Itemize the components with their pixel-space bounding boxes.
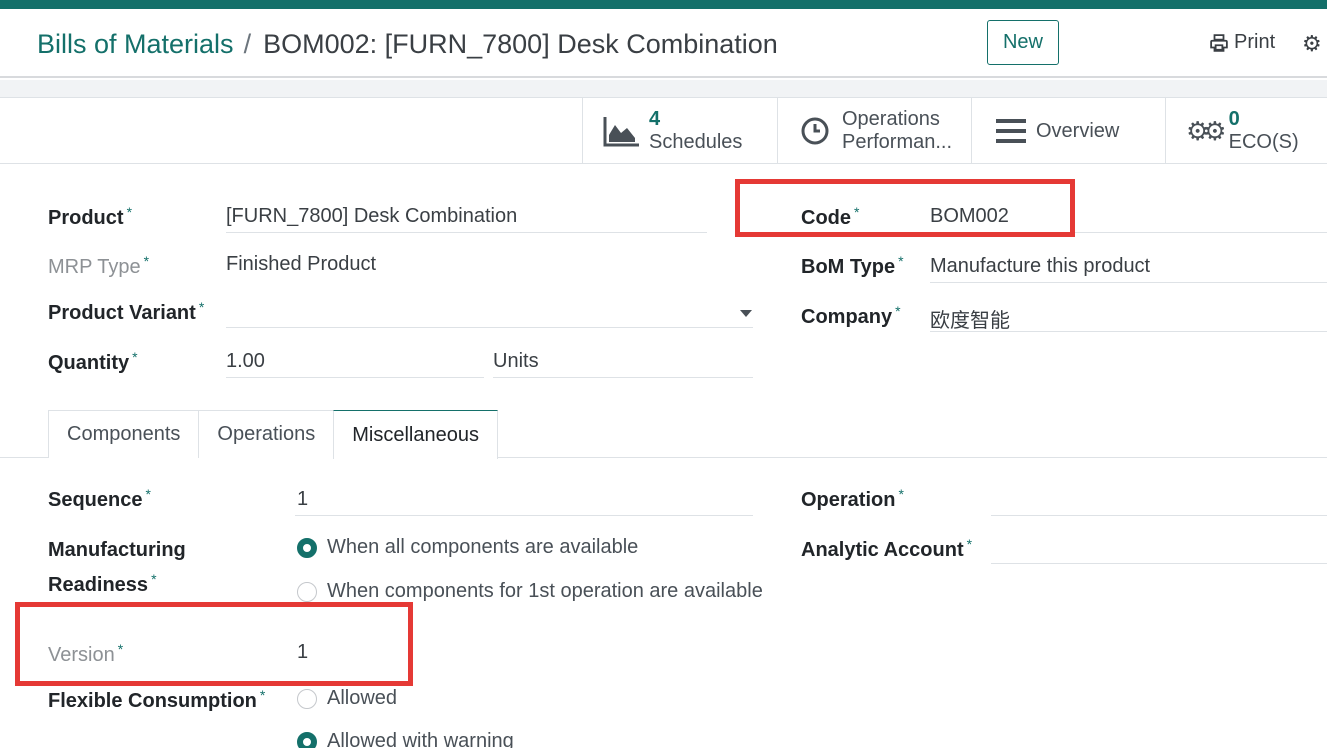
smart-button-box: 4 Schedules Operations Performan... Overvi… <box>0 97 1327 164</box>
readiness-option-first-operation[interactable]: When components for 1st operation are av… <box>297 580 763 603</box>
control-panel: Bills of Materials / BOM002: [FURN_7800] D… <box>0 9 1327 78</box>
product-label: Product * <box>48 204 133 229</box>
breadcrumb-separator: / <box>243 29 252 59</box>
cogs-icon: ⚙⚙ <box>1186 115 1227 146</box>
readiness-option-all[interactable]: When all components are available <box>297 536 638 559</box>
print-button[interactable]: Print <box>1210 31 1275 54</box>
schedules-label: Schedules <box>649 131 743 153</box>
print-label: Print <box>1234 31 1276 53</box>
overview-label: Overview <box>1036 119 1120 142</box>
flexible-option-allowed-with-warning[interactable]: Allowed with warning <box>297 730 514 748</box>
quantity-underline <box>226 377 484 378</box>
bom-type-label: BoM Type * <box>801 253 904 278</box>
top-brand-bar <box>0 0 1327 9</box>
printer-icon <box>1210 33 1228 52</box>
header-divider <box>0 80 1327 97</box>
chevron-down-icon[interactable] <box>740 310 752 317</box>
gear-icon[interactable]: ⚙ <box>1302 31 1322 57</box>
sequence-label: Sequence * <box>48 486 151 511</box>
uom-field[interactable]: Units <box>493 350 539 373</box>
operation-underline <box>991 515 1327 516</box>
sequence-field[interactable]: 1 <box>297 488 308 511</box>
tab-miscellaneous[interactable]: Miscellaneous <box>333 410 498 459</box>
operations-label-line2: Performan... <box>842 131 953 153</box>
eco-label: ECO(S) <box>1228 131 1299 153</box>
radio-checked-icon <box>297 731 317 748</box>
flexible-option-allowed[interactable]: Allowed <box>297 687 397 710</box>
eco-count: 0 <box>1228 108 1240 130</box>
eco-smart-button[interactable]: ⚙⚙ 0 ECO(S) <box>1165 98 1327 164</box>
manufacturing-readiness-label: Manufacturing Readiness * <box>48 539 186 596</box>
mrp-type-label: MRP Type * <box>48 253 150 278</box>
overview-smart-button[interactable]: Overview <box>971 98 1166 164</box>
product-variant-label: Product Variant * <box>48 299 205 324</box>
quantity-label: Quantity * <box>48 349 138 374</box>
notebook-tabs: Components Operations Miscellaneous <box>48 410 498 459</box>
radio-unchecked-icon <box>297 581 317 602</box>
clock-icon <box>800 116 830 146</box>
breadcrumb-bills-of-materials[interactable]: Bills of Materials <box>37 29 234 59</box>
analytic-account-field[interactable] <box>991 537 1327 563</box>
uom-underline <box>493 377 753 378</box>
flexible-consumption-label: Flexible Consumption * <box>48 687 266 712</box>
product-field[interactable]: [FURN_7800] Desk Combination <box>226 205 517 228</box>
company-label: Company * <box>801 303 901 328</box>
operations-performance-smart-button[interactable]: Operations Performan... <box>777 98 972 164</box>
operation-field[interactable] <box>991 488 1327 514</box>
product-variant-underline <box>226 327 753 328</box>
breadcrumb: Bills of Materials / BOM002: [FURN_7800] D… <box>37 29 778 60</box>
tab-operations[interactable]: Operations <box>198 410 335 458</box>
form-sheet: Product * [FURN_7800] Desk Combination MR… <box>0 164 1327 748</box>
bom-type-underline <box>930 282 1327 283</box>
radio-unchecked-icon <box>297 688 317 709</box>
analytic-account-underline <box>991 563 1327 564</box>
new-button[interactable]: New <box>987 20 1059 65</box>
company-underline <box>930 331 1327 332</box>
operation-label: Operation * <box>801 486 904 511</box>
breadcrumb-current-record: BOM002: [FURN_7800] Desk Combination <box>263 29 778 59</box>
bom-type-field[interactable]: Manufacture this product <box>930 255 1150 278</box>
schedules-count: 4 <box>649 108 661 130</box>
radio-checked-icon <box>297 537 317 558</box>
product-variant-select[interactable] <box>226 299 753 327</box>
schedules-smart-button[interactable]: 4 Schedules <box>582 98 778 164</box>
bars-icon <box>996 118 1026 144</box>
product-field-underline <box>226 232 707 233</box>
analytic-account-label: Analytic Account * <box>801 536 973 561</box>
operations-label-line1: Operations <box>842 108 940 130</box>
code-highlight-box <box>735 179 1075 237</box>
area-chart-icon <box>603 115 641 147</box>
sequence-underline <box>295 515 753 516</box>
company-field[interactable]: 欧度智能 <box>930 304 1010 333</box>
version-highlight-box <box>15 602 413 686</box>
quantity-field[interactable]: 1.00 <box>226 350 265 373</box>
mrp-type-value: Finished Product <box>226 253 377 275</box>
tab-components[interactable]: Components <box>48 410 200 458</box>
